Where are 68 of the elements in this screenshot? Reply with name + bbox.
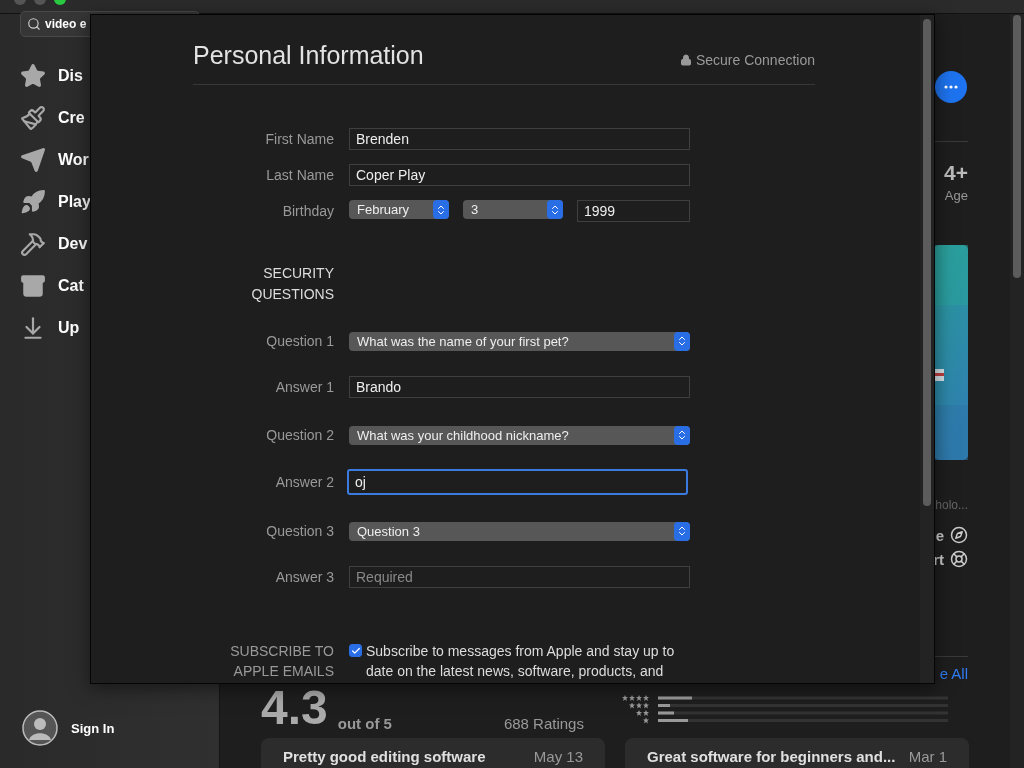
search-icon	[27, 17, 41, 31]
sidebar-item[interactable]: Wor	[58, 151, 89, 169]
age-rating: 4+	[944, 161, 968, 185]
link-label[interactable]: e	[935, 526, 944, 544]
developer-name: holo...	[935, 498, 968, 512]
section-heading: SECURITY QUESTIONS	[250, 264, 334, 304]
see-all-link[interactable]: e All	[939, 665, 968, 682]
text-field[interactable]: 1999	[577, 200, 690, 222]
rating-count: 688 Ratings	[503, 715, 584, 732]
avatar-icon	[22, 710, 58, 746]
stepper-icon	[435, 203, 447, 216]
sidebar-item[interactable]: Cre	[58, 109, 85, 127]
text-field[interactable]: Required	[349, 566, 690, 588]
dropdown[interactable]: What was the name of your first pet?	[349, 331, 690, 351]
sidebar-item[interactable]: Dev	[58, 235, 88, 253]
dropdown[interactable]: 3	[463, 200, 563, 219]
field-label: Question 2	[265, 425, 334, 445]
field-label: Question 1	[265, 331, 334, 351]
rocket-icon	[20, 189, 46, 215]
review-card[interactable]: Pretty good editing software May 13	[261, 738, 605, 768]
review-card[interactable]: Great software for beginners and... Mar 1	[625, 738, 969, 768]
compass-icon	[950, 526, 968, 544]
lock-icon	[679, 54, 692, 66]
field-label: Last Name	[265, 165, 334, 185]
review-title: Pretty good editing software	[283, 748, 486, 767]
secure-label: Secure Connection	[695, 52, 815, 68]
field-label: Answer 1	[274, 377, 334, 397]
rating-scale: out of 5	[337, 715, 392, 732]
text-field[interactable]: Brenden	[349, 128, 690, 150]
lifebuoy-icon	[950, 550, 968, 568]
paintbrush-icon	[20, 105, 46, 131]
review-date: May 13	[533, 748, 583, 767]
sidebar-item[interactable]: Dis	[58, 67, 83, 85]
jar-icon	[20, 273, 46, 299]
text-field[interactable]: Brando	[349, 376, 690, 398]
sheet-title: Personal Information	[193, 41, 424, 70]
field-label: Question 3	[265, 521, 334, 541]
text-field[interactable]: oj	[347, 469, 688, 495]
review-date: Mar 1	[908, 748, 947, 767]
subscribe-text: Subscribe to messages from Apple and stay up to date on the latest news, software, products, and	[366, 642, 676, 681]
more-icon	[944, 85, 958, 89]
sign-in-link[interactable]: Sign In	[71, 720, 115, 736]
rating-score: 4.3	[261, 684, 328, 732]
scrollbar-thumb[interactable]	[1013, 15, 1021, 278]
sidebar-item[interactable]: Play	[58, 193, 91, 211]
paper-plane-icon	[20, 147, 46, 173]
sidebar-item[interactable]: Up	[58, 319, 80, 337]
stepper-icon	[549, 203, 561, 216]
star-icon	[20, 63, 46, 89]
scrollbar-thumb[interactable]	[923, 19, 931, 506]
dropdown[interactable]: What was your childhood nickname?	[349, 425, 690, 445]
hammer-icon	[20, 231, 46, 257]
stepper-icon	[676, 335, 688, 347]
dropdown[interactable]: February	[349, 200, 449, 219]
text-field[interactable]: Coper Play	[349, 164, 690, 186]
review-title: Great software for beginners and...	[647, 748, 896, 767]
checkbox[interactable]	[349, 644, 362, 657]
more-button[interactable]	[935, 71, 967, 103]
age-label: Age	[944, 188, 968, 203]
field-label: Answer 2	[274, 472, 334, 492]
stepper-icon	[676, 429, 688, 441]
field-label: First Name	[264, 129, 334, 149]
dropdown[interactable]: Question 3	[349, 521, 690, 541]
field-label: Answer 3	[274, 567, 334, 587]
field-label: SUBSCRIBE TO APPLE EMAILS	[229, 642, 334, 681]
sidebar-item[interactable]: Cat	[58, 277, 84, 295]
stepper-icon	[676, 525, 688, 537]
field-label: Birthday	[281, 201, 334, 221]
